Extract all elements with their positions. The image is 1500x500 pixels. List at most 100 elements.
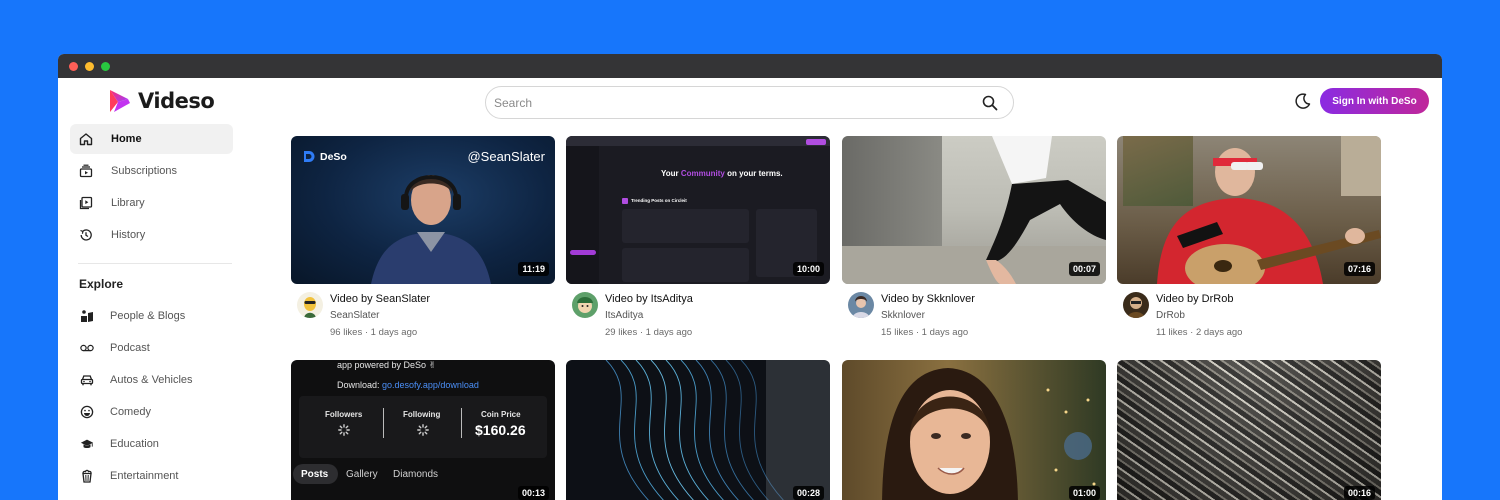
video-thumbnail[interactable]: app powered by DeSo ✌ Download: go.desof… (291, 360, 555, 500)
video-title[interactable]: Video by DrRob (1156, 293, 1233, 305)
video-duration: 10:00 (792, 262, 824, 276)
sidebar-item-history[interactable]: History (70, 220, 233, 250)
sidebar-item-comedy[interactable]: Comedy (70, 397, 233, 427)
sidebar-item-library[interactable]: Library (70, 188, 233, 218)
sidebar-item-label: Education (110, 438, 159, 450)
channel-avatar[interactable] (848, 292, 874, 318)
home-icon (79, 132, 93, 146)
channel-avatar[interactable] (1123, 292, 1149, 318)
window-titlebar (58, 54, 1442, 78)
thumb-tab-posts: Posts (301, 469, 329, 480)
video-card[interactable]: 07:16 Video by DrRob DrRob 11 likes · 2 … (1117, 136, 1381, 348)
loading-spinner-icon (338, 424, 350, 436)
thumb-brand-text: DeSo (320, 150, 347, 163)
video-duration: 00:28 (792, 486, 824, 500)
video-meta: Video by ItsAditya ItsAditya 29 likes · … (566, 284, 830, 348)
sidebar-item-label: People & Blogs (110, 310, 186, 322)
maximize-window-button[interactable] (101, 61, 110, 71)
search-icon[interactable] (981, 94, 999, 112)
sidebar-item-label: Library (111, 197, 145, 209)
video-thumbnail[interactable]: 07:16 (1117, 136, 1381, 284)
video-title[interactable]: Video by ItsAditya (605, 293, 693, 305)
video-card[interactable]: 00:07 Video by Skknlover Skknlover 15 li… (842, 136, 1106, 348)
video-thumbnail[interactable]: 00:16 (1117, 360, 1381, 500)
car-icon (80, 373, 94, 387)
sidebar-item-home[interactable]: Home (70, 124, 233, 154)
video-duration: 11:19 (518, 262, 549, 276)
video-card[interactable]: 00:28 (566, 360, 830, 500)
video-duration: 00:16 (1343, 486, 1375, 500)
video-stats: 29 likes · 1 days ago (605, 327, 693, 338)
thumb-headline: Your Community on your terms. (661, 169, 783, 178)
video-title[interactable]: Video by SeanSlater (330, 293, 430, 305)
sidebar-item-autos-vehicles[interactable]: Autos & Vehicles (70, 365, 233, 395)
guitarist-figure (1157, 148, 1381, 284)
video-duration: 00:13 (517, 486, 549, 500)
explore-heading: Explore (79, 277, 124, 291)
channel-avatar[interactable] (297, 292, 323, 318)
video-card[interactable]: 00:16 (1117, 360, 1381, 500)
thumb-sidebar (566, 146, 599, 284)
video-thumbnail[interactable]: 01:00 (842, 360, 1106, 500)
crowd-overlay (1117, 360, 1381, 500)
minimize-window-button[interactable] (85, 61, 94, 71)
sidebar-item-education[interactable]: Education (70, 429, 233, 459)
video-stats: 96 likes · 1 days ago (330, 327, 418, 338)
app-logo[interactable]: Videso (108, 88, 215, 114)
video-title[interactable]: Video by Skknlover (881, 293, 975, 305)
thumb-tagline: app powered by DeSo ✌ (337, 360, 437, 370)
thumb-section-title: Trending Posts on Circleit (631, 198, 687, 203)
video-thumbnail[interactable]: Your Community on your terms. Trending P… (566, 136, 830, 284)
channel-name[interactable]: SeanSlater (330, 310, 379, 321)
app-name: Videso (138, 89, 215, 113)
video-thumbnail[interactable]: DeSo @SeanSlater 11:19 (291, 136, 555, 284)
thumb-post-card (622, 209, 749, 243)
video-thumbnail[interactable]: 00:28 (566, 360, 830, 500)
video-meta: Video by DrRob DrRob 11 likes · 2 days a… (1117, 284, 1381, 348)
app-main: Videso Home Subscriptions Library Histor… (58, 78, 1442, 500)
sidebar-item-entertainment[interactable]: Entertainment (70, 461, 233, 491)
sign-in-button[interactable]: Sign In with DeSo (1320, 88, 1429, 114)
sidebar-item-label: History (111, 229, 146, 241)
people-blogs-icon (80, 309, 94, 323)
deso-logo-icon (304, 151, 315, 162)
video-card[interactable]: app powered by DeSo ✌ Download: go.desof… (291, 360, 555, 500)
entertainment-icon (80, 469, 94, 483)
close-window-button[interactable] (69, 61, 78, 71)
loading-spinner-icon (417, 424, 429, 436)
browser-window: Videso Home Subscriptions Library Histor… (58, 54, 1442, 500)
dark-mode-toggle-icon[interactable] (1293, 91, 1313, 111)
education-icon (80, 437, 94, 451)
search-bar (485, 86, 1014, 119)
podcast-icon (80, 341, 94, 355)
sidebar-item-label: Podcast (110, 342, 150, 354)
abstract-waves (605, 360, 830, 500)
history-icon (79, 228, 93, 242)
thumb-post-card (622, 248, 749, 282)
channel-avatar[interactable] (572, 292, 598, 318)
sidebar-item-label: Entertainment (110, 470, 179, 482)
video-card[interactable]: DeSo @SeanSlater 11:19 Video by SeanSlat… (291, 136, 555, 348)
woman-portrait (882, 368, 1096, 500)
sidebar-item-subscriptions[interactable]: Subscriptions (70, 156, 233, 186)
video-thumbnail[interactable]: 00:07 (842, 136, 1106, 284)
thumb-browser-bar (566, 136, 830, 146)
video-meta: Video by Skknlover Skknlover 15 likes · … (842, 284, 1106, 348)
channel-name[interactable]: DrRob (1156, 310, 1185, 321)
thumb-doorway (842, 136, 942, 246)
subscriptions-icon (79, 164, 93, 178)
thumb-coin-price: $160.26 (475, 422, 526, 438)
channel-name[interactable]: Skknlover (881, 310, 925, 321)
thumb-followers-label: Followers (325, 410, 363, 419)
search-input[interactable] (494, 95, 981, 110)
sidebar-divider (78, 263, 232, 264)
sidebar-item-people-blogs[interactable]: People & Blogs (70, 301, 233, 331)
video-duration: 00:07 (1068, 262, 1100, 276)
channel-name[interactable]: ItsAditya (605, 310, 643, 321)
sidebar-item-podcast[interactable]: Podcast (70, 333, 233, 363)
video-card[interactable]: Your Community on your terms. Trending P… (566, 136, 830, 348)
video-card[interactable]: 01:00 (842, 360, 1106, 500)
presenter-figure (371, 175, 491, 284)
video-duration: 01:00 (1068, 486, 1100, 500)
thumb-following-label: Following (403, 410, 441, 419)
